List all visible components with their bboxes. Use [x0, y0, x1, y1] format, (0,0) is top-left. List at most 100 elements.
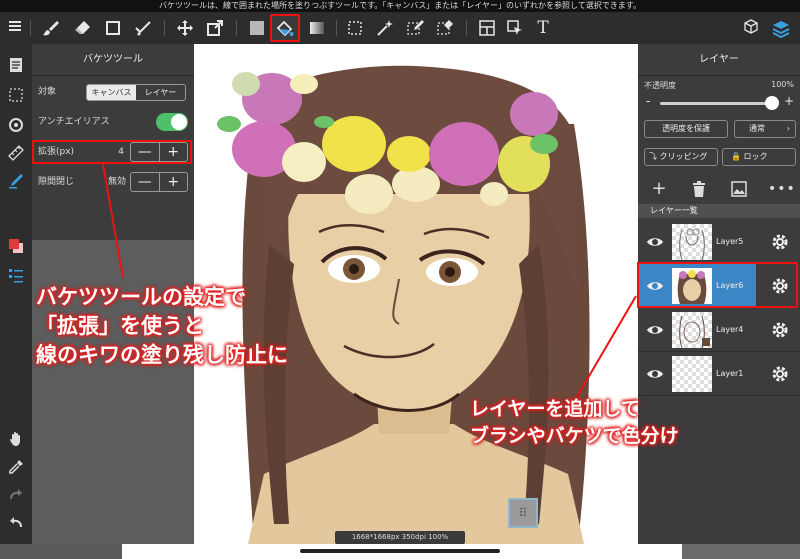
hand-icon[interactable]	[3, 428, 29, 452]
annotation-right-line-1: レイヤーを追加して	[470, 398, 640, 420]
layer-row-body[interactable]: Layer4	[638, 308, 756, 352]
redo-icon[interactable]	[3, 484, 29, 508]
clipping-button[interactable]: ⤵ クリッピング	[644, 148, 718, 166]
layer-row-body[interactable]: Layer1	[638, 352, 756, 396]
active-layer-highlight-box	[637, 262, 798, 308]
eraser-icon[interactable]	[70, 15, 96, 41]
tool-hint-bar: バケツツールは、線で囲まれた場所を塗りつぶすツールです。「キャンバス」または「レ…	[0, 0, 800, 12]
left-rail	[0, 44, 32, 559]
eye-icon[interactable]	[646, 322, 664, 338]
layer-thumbnail	[672, 224, 712, 260]
pen-color-icon[interactable]	[3, 170, 29, 194]
target-segmented: キャンバス レイヤー	[86, 84, 186, 101]
eye-icon[interactable]	[646, 234, 664, 250]
select-eraser-icon[interactable]	[432, 15, 458, 41]
page-icon[interactable]	[3, 54, 29, 78]
image-layer-icon[interactable]	[728, 178, 750, 200]
layer-list-title: レイヤー一覧	[638, 204, 800, 218]
magic-wand-icon[interactable]	[372, 15, 398, 41]
color-swatch-icon[interactable]	[3, 234, 29, 258]
select-pen-icon[interactable]	[402, 15, 428, 41]
blend-mode-label: 通常	[749, 124, 765, 133]
top-toolbar: T	[0, 12, 800, 44]
annotation-left-line-3: 線のキワの塗り残し防止に	[36, 343, 288, 367]
layer-thumbnail	[672, 312, 712, 348]
gap-close-stepper: — +	[130, 172, 188, 192]
annotation-right-line-2: ブラシやバケツで色分け	[470, 425, 679, 447]
ruler-icon[interactable]	[3, 142, 29, 166]
bucket-panel-title: バケツツール	[32, 44, 194, 76]
trash-icon[interactable]	[688, 178, 710, 200]
layer-list-icon[interactable]	[3, 264, 29, 288]
annotation-right: レイヤーを追加して ブラシやバケツで色分け	[470, 396, 679, 450]
clipping-icon: ⤵	[649, 152, 657, 161]
menu-icon[interactable]	[2, 15, 28, 41]
opacity-slider-knob[interactable]	[765, 96, 779, 110]
layers-icon[interactable]	[768, 15, 794, 41]
rotate-icon[interactable]	[3, 114, 29, 138]
layer-row[interactable]: Layer5	[638, 220, 800, 264]
3d-material-icon[interactable]	[738, 15, 764, 41]
lasso-select-icon[interactable]	[342, 15, 368, 41]
antialias-toggle[interactable]	[156, 113, 188, 131]
layer-row[interactable]: Layer1	[638, 352, 800, 396]
target-option-canvas[interactable]: キャンバス	[87, 85, 136, 100]
lock-icon: 🔒	[731, 152, 741, 161]
bottom-left-gray	[0, 544, 122, 559]
gap-close-value: 無効	[107, 177, 126, 187]
home-indicator[interactable]	[300, 549, 500, 553]
lock-label: ロック	[743, 152, 768, 161]
opacity-minus-button[interactable]: -	[646, 94, 650, 108]
eyedropper-icon[interactable]	[3, 456, 29, 480]
blend-mode-select[interactable]: 通常 ›	[734, 120, 796, 138]
cursor-select-icon[interactable]	[502, 15, 528, 41]
bucket-icon[interactable]	[270, 14, 300, 42]
canvas-info-badge: 1668*1668px 350dpi 100%	[335, 531, 465, 544]
opacity-slider-track[interactable]	[660, 102, 772, 105]
move-icon[interactable]	[172, 15, 198, 41]
clipping-label: クリッピング	[659, 152, 708, 161]
gap-minus-button[interactable]: —	[131, 173, 159, 191]
gap-close-label: 隙間閉じ	[38, 177, 75, 187]
antialias-label: アンチエイリアス	[38, 117, 110, 127]
gear-icon[interactable]	[770, 232, 790, 252]
gradient-icon[interactable]	[304, 15, 330, 41]
gap-close-row: 隙間閉じ 無効 — +	[32, 168, 194, 196]
brush-icon[interactable]	[38, 15, 64, 41]
layer-row-body[interactable]: Layer5	[638, 220, 756, 264]
bucket-tool-panel: バケツツール 対象 キャンバス レイヤー アンチエイリアス 拡張(px) 4 —…	[32, 44, 194, 240]
check-brush-icon[interactable]	[130, 15, 156, 41]
target-row: 対象 キャンバス レイヤー	[32, 78, 194, 106]
text-icon[interactable]: T	[530, 15, 556, 41]
layer-name: Layer4	[716, 325, 744, 334]
gap-plus-button[interactable]: +	[158, 173, 188, 191]
transform-icon[interactable]	[202, 15, 228, 41]
lock-button[interactable]: 🔒 ロック	[722, 148, 796, 166]
square-icon[interactable]	[100, 15, 126, 41]
opacity-plus-button[interactable]: +	[784, 94, 794, 108]
frame-icon[interactable]	[474, 15, 500, 41]
layer-row[interactable]: Layer4	[638, 308, 800, 352]
antialias-row: アンチエイリアス	[32, 108, 194, 136]
fill-color-icon[interactable]	[244, 15, 270, 41]
more-icon[interactable]: •••	[768, 178, 795, 200]
add-layer-icon[interactable]: +	[648, 178, 670, 200]
gear-icon[interactable]	[770, 364, 790, 384]
layer-panel-title: レイヤー	[638, 44, 800, 76]
protect-alpha-button[interactable]: 透明度を保護	[644, 120, 728, 138]
layer-thumbnail	[672, 356, 712, 392]
medibang-app: バケツツールは、線で囲まれた場所を塗りつぶすツールです。「キャンバス」または「レ…	[0, 0, 800, 559]
eye-icon[interactable]	[646, 366, 664, 382]
drag-handle-icon[interactable]	[508, 498, 538, 528]
select-area-icon[interactable]	[3, 84, 29, 108]
target-label: 対象	[38, 87, 57, 97]
opacity-value: 100%	[771, 80, 794, 89]
layer-name: Layer5	[716, 237, 744, 246]
opacity-label: 不透明度	[644, 81, 676, 90]
annotation-left-line-2: 「拡張」を使うと	[36, 314, 204, 338]
gear-icon[interactable]	[770, 320, 790, 340]
chevron-right-icon: ›	[786, 124, 790, 133]
target-option-layer[interactable]: レイヤー	[136, 85, 185, 100]
layer-name: Layer1	[716, 369, 744, 378]
undo-icon[interactable]	[3, 512, 29, 536]
